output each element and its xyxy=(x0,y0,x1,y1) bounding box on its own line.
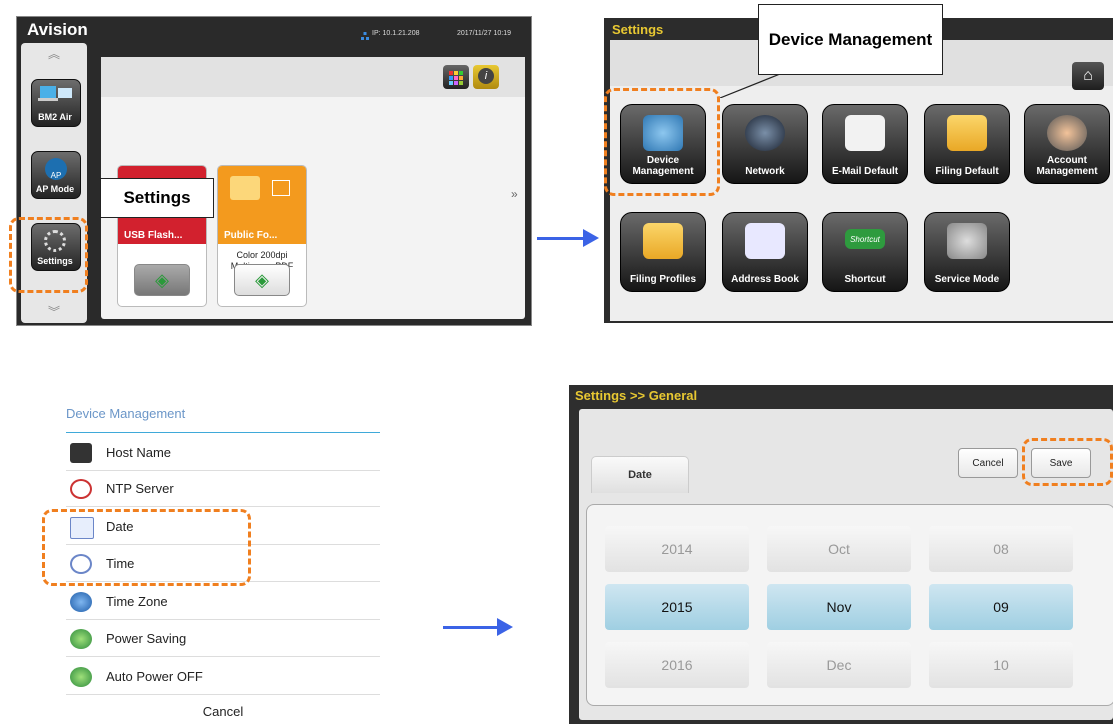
wifi-icon: AP xyxy=(45,158,67,180)
laptop-icon xyxy=(38,86,72,101)
folder-icon xyxy=(947,115,987,151)
ap-badge: AP xyxy=(50,171,62,180)
save-highlight xyxy=(1022,438,1113,486)
scroll-down-icon[interactable]: ︾ xyxy=(48,303,60,320)
grid-icon xyxy=(449,71,463,85)
list-item-label: Power Saving xyxy=(106,631,187,646)
network-globe-icon xyxy=(745,115,785,151)
shortcut-sign-icon: Shortcut xyxy=(845,229,885,249)
home-screen-panel: Avision IP: 10.1.21.208 2017/11/27 10:19… xyxy=(16,16,532,326)
printer-icon xyxy=(70,443,92,463)
year-option[interactable]: 2016 xyxy=(605,642,749,688)
day-selected[interactable]: 09 xyxy=(929,584,1073,630)
bm2-air-label: BM2 Air xyxy=(38,112,72,122)
info-button[interactable]: i xyxy=(473,65,499,89)
home-button[interactable]: ⌂ xyxy=(1072,62,1104,90)
avision-logo: Avision xyxy=(27,20,88,39)
cancel-button[interactable]: Cancel xyxy=(958,448,1018,478)
tile-filing-default[interactable]: Filing Default xyxy=(924,104,1010,184)
day-option[interactable]: 10 xyxy=(929,642,1073,688)
year-selected[interactable]: 2015 xyxy=(605,584,749,630)
ap-mode-button[interactable]: AP AP Mode xyxy=(31,151,81,199)
date-time-highlight xyxy=(42,509,251,586)
device-management-highlight xyxy=(604,88,720,196)
filing-profiles-icon xyxy=(643,223,683,259)
account-gear-icon xyxy=(1047,115,1087,151)
folder-icon xyxy=(230,176,260,200)
bm2-air-button[interactable]: BM2 Air xyxy=(31,79,81,127)
public-scan-button[interactable]: ◈ xyxy=(234,264,290,296)
month-selected[interactable]: Nov xyxy=(767,584,911,630)
list-item-label: NTP Server xyxy=(106,481,174,496)
list-item-ntp-server[interactable]: NTP Server xyxy=(66,471,380,507)
list-item-power-saving[interactable]: Power Saving xyxy=(66,621,380,657)
usb-card-title: USB Flash... xyxy=(124,230,183,241)
tab-date[interactable]: Date xyxy=(591,456,689,493)
header-divider xyxy=(66,432,380,433)
tile-network[interactable]: Network xyxy=(722,104,808,184)
globe-icon xyxy=(70,592,92,612)
clock-sync-icon xyxy=(70,479,92,499)
tile-label: Address Book xyxy=(731,274,799,285)
tile-label: Shortcut xyxy=(844,274,886,285)
datetime: 2017/11/27 10:19 xyxy=(457,30,511,37)
tile-label: Service Mode xyxy=(934,274,1000,285)
list-item-label: Time Zone xyxy=(106,594,168,609)
list-item-time-zone[interactable]: Time Zone xyxy=(66,584,380,620)
cancel-button[interactable]: Cancel xyxy=(66,704,380,719)
home-icon: ⌂ xyxy=(1083,67,1093,84)
tile-label: E-Mail Default xyxy=(831,166,899,177)
general-title: Settings >> General xyxy=(575,388,698,403)
tile-label: Network xyxy=(745,166,785,177)
public-card-header: Public Fo... xyxy=(218,166,306,244)
tile-email-default[interactable]: E-Mail Default xyxy=(822,104,908,184)
document-icon xyxy=(272,180,290,196)
service-mode-icon xyxy=(947,223,987,259)
envelope-icon xyxy=(845,115,885,151)
tile-label: Account Management xyxy=(1036,155,1098,177)
tile-shortcut[interactable]: Shortcut Shortcut xyxy=(822,212,908,292)
eco-globe-icon xyxy=(70,629,92,649)
list-item-label: Auto Power OFF xyxy=(106,669,203,684)
arrow-right-2 xyxy=(443,618,513,636)
network-icon xyxy=(361,28,369,40)
tile-address-book[interactable]: Address Book xyxy=(722,212,808,292)
settings-highlight xyxy=(9,217,88,293)
tile-account-management[interactable]: Account Management xyxy=(1024,104,1110,184)
next-page-icon[interactable]: » xyxy=(511,187,518,201)
settings-callout: Settings xyxy=(100,178,214,218)
tile-service-mode[interactable]: Service Mode xyxy=(924,212,1010,292)
ap-mode-label: AP Mode xyxy=(35,184,75,194)
month-option[interactable]: Dec xyxy=(767,642,911,688)
public-folder-card[interactable]: Public Fo... Color 200dpi Multi-page PDF… xyxy=(217,165,307,307)
list-item-auto-power-off[interactable]: Auto Power OFF xyxy=(66,659,380,695)
tile-label: Filing Default xyxy=(935,166,999,177)
callout-pointer xyxy=(719,73,781,99)
list-item-label: Host Name xyxy=(106,445,172,460)
grid-view-button[interactable] xyxy=(443,65,469,89)
list-item-host-name[interactable]: Host Name xyxy=(66,435,380,471)
arrow-right-1 xyxy=(537,229,599,247)
general-settings-panel: Settings >> General Date Cancel Save 201… xyxy=(569,385,1113,724)
ip-address: IP: 10.1.21.208 xyxy=(372,30,420,37)
device-management-callout: Device Management xyxy=(758,4,943,75)
scroll-up-icon[interactable]: ︽ xyxy=(48,45,60,62)
settings-title: Settings xyxy=(612,22,664,37)
list-header: Device Management xyxy=(66,406,186,421)
usb-scan-button[interactable]: ◈ xyxy=(134,264,190,296)
tile-label: Filing Profiles xyxy=(629,274,697,285)
month-option[interactable]: Oct xyxy=(767,526,911,572)
day-option[interactable]: 08 xyxy=(929,526,1073,572)
info-icon: i xyxy=(478,68,494,84)
year-option[interactable]: 2014 xyxy=(605,526,749,572)
address-book-icon xyxy=(745,223,785,259)
power-globe-icon xyxy=(70,667,92,687)
tile-filing-profiles[interactable]: Filing Profiles xyxy=(620,212,706,292)
public-card-title: Public Fo... xyxy=(224,230,278,241)
